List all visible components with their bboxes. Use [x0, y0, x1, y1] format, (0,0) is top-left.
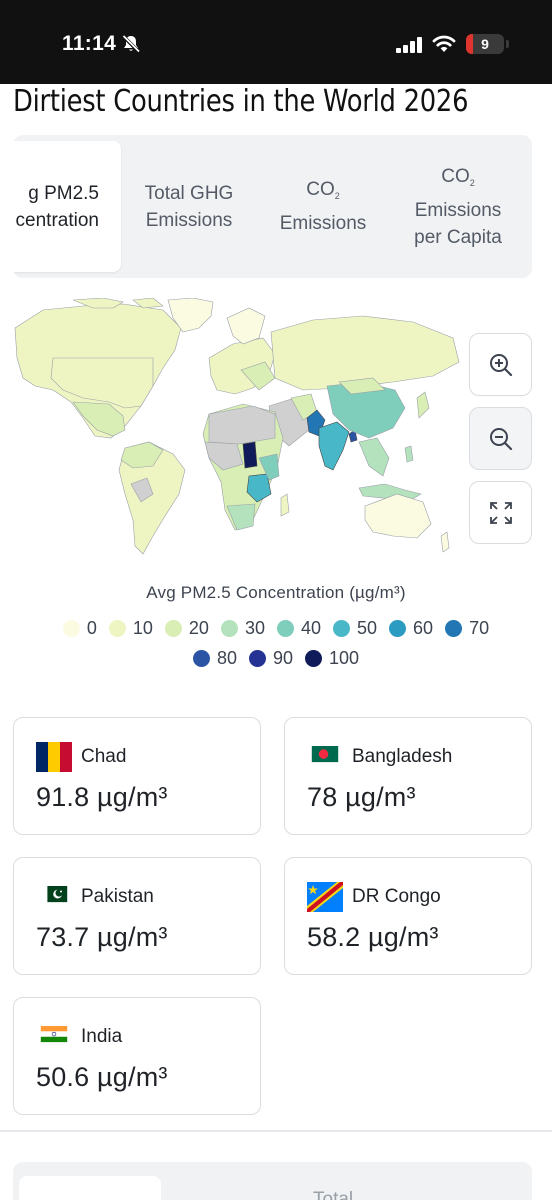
legend-label: 80 — [216, 648, 237, 668]
country-name: Pakistan — [81, 886, 154, 907]
country-value: 58.2 µg/m³ — [307, 922, 439, 952]
zoom-in-icon — [489, 353, 512, 376]
legend-item: 10 — [108, 618, 153, 639]
legend-row-2: 80 90 100 — [0, 648, 552, 669]
zoom-out-icon — [489, 427, 512, 450]
map-africa-west — [204, 441, 244, 471]
map-new-zealand — [440, 531, 450, 553]
legend-item: 70 — [445, 618, 489, 639]
legend-label: 50 — [357, 618, 378, 638]
country-card-dr-congo[interactable]: DR Congo 58.2 µg/m³ — [284, 857, 532, 975]
next-tab-active[interactable] — [19, 1176, 161, 1200]
legend-swatch — [248, 650, 266, 667]
country-name: Chad — [81, 746, 127, 767]
tab-co2-emissions[interactable]: CO2 Emissions — [258, 135, 388, 278]
world-map[interactable] — [13, 298, 463, 560]
country-value: 78 µg/m³ — [307, 782, 416, 812]
pakistan-flag-icon — [40, 886, 68, 903]
map-madagascar — [280, 493, 290, 517]
legend-swatch — [220, 620, 238, 637]
zoom-in-button[interactable] — [469, 333, 532, 396]
dr-congo-flag-icon — [307, 882, 343, 912]
legend-label: 30 — [244, 618, 265, 638]
legend-swatch — [333, 620, 351, 637]
legend-label: 70 — [469, 618, 490, 638]
status-time: 11:14 — [62, 32, 117, 55]
legend-label: 40 — [300, 618, 322, 638]
signal-icon — [396, 37, 422, 53]
map-se-asia — [358, 437, 390, 477]
legend-item: 90 — [248, 648, 293, 669]
country-value: 73.7 µg/m³ — [36, 922, 168, 952]
legend-item: 50 — [333, 618, 377, 639]
map-chad — [242, 441, 258, 469]
legend-label: 90 — [272, 648, 293, 668]
tab-label: CO2 Emissions — [279, 179, 367, 234]
legend-label: 20 — [188, 618, 209, 638]
tab-label: g PM2.5 — [28, 182, 99, 204]
legend-title: Avg PM2.5 Concentration (µg/m³) — [146, 583, 406, 602]
page-title: Dirtiest Countries in the World 2026 — [13, 84, 469, 119]
map-usa — [50, 357, 154, 409]
legend-label: 100 — [329, 648, 360, 668]
metric-tabs: g PM2.5 centration Total GHG Emissions C… — [13, 135, 532, 278]
country-name: India — [81, 1026, 123, 1047]
country-card-bangladesh[interactable]: Bangladesh 78 µg/m³ — [284, 717, 532, 835]
legend-item: 0 — [62, 618, 97, 639]
bangladesh-flag-icon — [311, 746, 339, 763]
legend-swatch — [276, 620, 294, 637]
legend-label: 60 — [413, 618, 434, 638]
legend-swatch — [192, 650, 210, 667]
fullscreen-icon — [489, 501, 512, 524]
legend-item: 100 — [305, 648, 359, 669]
bell-slash-icon — [121, 34, 141, 54]
legend-swatch — [389, 620, 407, 637]
battery-level: 9 — [481, 36, 489, 52]
legend-item: 80 — [192, 648, 237, 669]
legend-label: 0 — [86, 618, 97, 638]
country-value: 50.6 µg/m³ — [36, 1062, 168, 1092]
country-card-india[interactable]: India 50.6 µg/m³ — [13, 997, 261, 1115]
next-section-tabs: Total — [13, 1162, 532, 1200]
fullscreen-button[interactable] — [469, 481, 532, 544]
wifi-icon — [432, 35, 456, 52]
map-india — [318, 421, 350, 471]
legend-item: 40 — [276, 618, 322, 639]
country-card-chad[interactable]: Chad 91.8 µg/m³ — [13, 717, 261, 835]
zoom-out-button[interactable] — [469, 407, 532, 470]
legend-row-1: 0 10 20 30 40 50 60 70 — [0, 618, 552, 639]
tab-co2-per-capita[interactable]: CO2 Emissions per Capita — [398, 135, 518, 278]
legend-swatch — [108, 620, 126, 637]
map-philippines — [404, 445, 414, 463]
tab-label: centration — [15, 209, 99, 231]
status-bar: 11:14 9 — [0, 0, 552, 84]
tab-label: Total GHG Emissions — [144, 182, 234, 231]
legend-item: 60 — [389, 618, 433, 639]
country-value: 91.8 µg/m³ — [36, 782, 168, 812]
chad-flag-icon — [36, 742, 72, 772]
battery-cap — [506, 40, 509, 48]
tab-label: CO2 Emissions per Capita — [414, 165, 502, 248]
country-name: Bangladesh — [352, 746, 453, 767]
section-divider — [0, 1130, 552, 1132]
legend-swatch — [164, 620, 182, 637]
map-australia — [364, 493, 432, 539]
india-flag-icon — [40, 1026, 68, 1043]
legend-swatch — [62, 620, 80, 637]
tab-avg-pm25[interactable]: g PM2.5 centration — [13, 141, 121, 272]
map-japan — [416, 391, 430, 419]
legend-swatch — [305, 650, 322, 667]
legend-label: 10 — [132, 618, 153, 638]
next-tab-label[interactable]: Total — [313, 1189, 353, 1200]
tab-total-ghg[interactable]: Total GHG Emissions — [135, 135, 243, 278]
legend-item: 20 — [164, 618, 209, 639]
country-name: DR Congo — [352, 886, 441, 907]
legend-item: 30 — [220, 618, 265, 639]
country-card-pakistan[interactable]: Pakistan 73.7 µg/m³ — [13, 857, 261, 975]
battery-icon: 9 — [466, 34, 504, 54]
legend-swatch — [445, 620, 463, 637]
